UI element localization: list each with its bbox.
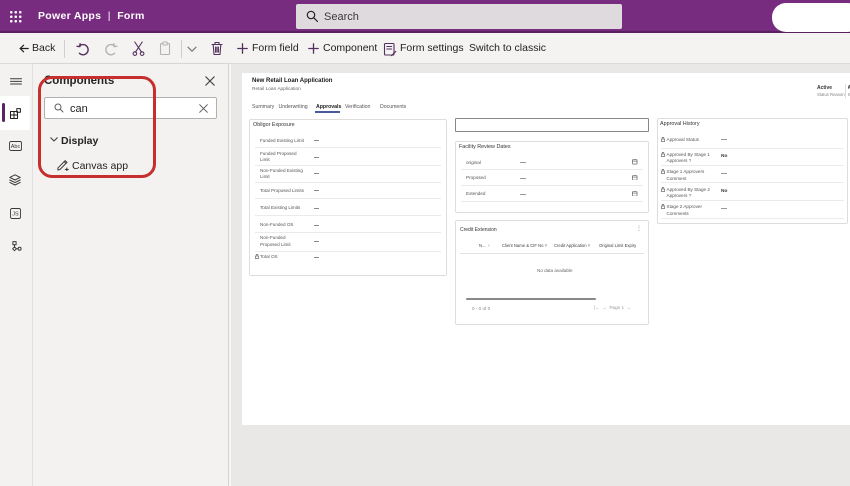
svg-text:Abc: Abc xyxy=(11,144,21,150)
svg-text:JS: JS xyxy=(12,211,19,217)
